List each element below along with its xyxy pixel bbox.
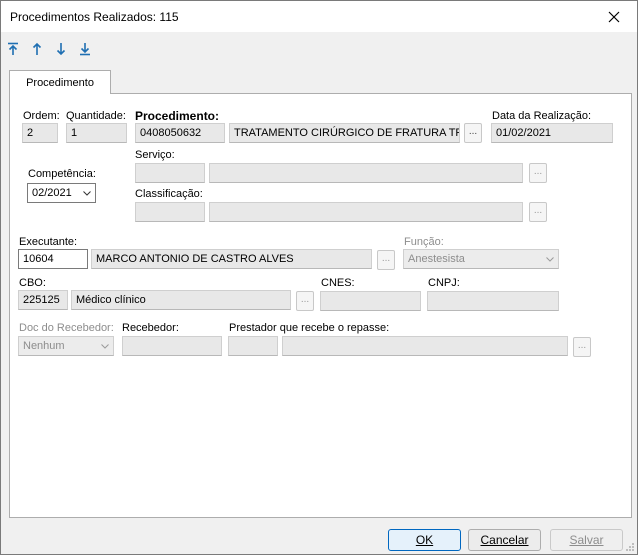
next-record-button[interactable] [52,39,70,59]
ordem-field[interactable]: 2 [22,123,58,143]
save-button-label: Salvar [569,533,604,547]
funcao-value: Anestesista [408,253,465,265]
cnpj-label: CNPJ: [428,277,460,289]
previous-record-icon [32,42,42,55]
executante-name-field[interactable]: MARCO ANTONIO DE CASTRO ALVES [91,249,372,269]
prestador-lookup-button[interactable]: ... [573,337,591,357]
classificacao-description-field[interactable] [209,202,523,222]
competencia-value: 02/2021 [32,187,72,199]
procedimento-lookup-button[interactable]: ... [464,123,482,143]
save-button[interactable]: Salvar [550,529,623,551]
funcao-label: Função: [404,236,444,248]
cnpj-field[interactable] [427,291,559,311]
last-record-button[interactable] [76,39,94,59]
window-title: Procedimentos Realizados: 115 [10,10,179,24]
classificacao-label: Classificação: [135,188,203,200]
tab-procedimento[interactable]: Procedimento [9,70,111,94]
last-record-icon [80,43,90,56]
procedimento-code-field[interactable]: 0408050632 [135,123,225,143]
close-icon [608,11,620,22]
classificacao-code-field[interactable] [135,202,205,222]
recebedor-field[interactable] [122,336,222,356]
cbo-lookup-button[interactable]: ... [296,291,314,311]
next-record-icon [56,43,66,56]
cbo-label: CBO: [19,277,46,289]
executante-code-field[interactable]: 10604 [18,249,88,269]
quantidade-field[interactable]: 1 [66,123,127,143]
servico-lookup-button[interactable]: ... [529,163,547,183]
procedimento-label: Procedimento: [135,109,220,123]
cancel-button[interactable]: Cancelar [468,529,541,551]
doc-recebedor-select[interactable]: Nenhum [18,336,114,356]
previous-record-button[interactable] [28,39,46,59]
title-bar: Procedimentos Realizados: 115 [1,1,637,32]
cnes-label: CNES: [321,277,355,289]
doc-recebedor-value: Nenhum [23,340,65,352]
chevron-down-icon [546,257,554,262]
data-realizacao-field[interactable]: 01/02/2021 [491,123,613,143]
chevron-down-icon [83,191,91,196]
recebedor-label: Recebedor: [122,322,179,334]
servico-description-field[interactable] [209,163,523,183]
ordem-label: Ordem: [23,110,60,122]
competencia-label: Competência: [28,168,96,180]
resize-grip-icon[interactable] [625,542,635,552]
cancel-button-label: Cancelar [480,533,529,547]
funcao-select[interactable]: Anestesista [403,249,559,269]
chevron-down-icon [101,344,109,349]
servico-code-field[interactable] [135,163,205,183]
cbo-code-field[interactable]: 225125 [18,290,68,310]
servico-label: Serviço: [135,149,175,161]
doc-recebedor-label: Doc do Recebedor: [19,322,114,334]
competencia-select[interactable]: 02/2021 [27,183,96,203]
executante-lookup-button[interactable]: ... [377,250,395,270]
classificacao-lookup-button[interactable]: ... [529,202,547,222]
cbo-description-field[interactable]: Médico clínico [71,290,291,310]
cnes-field[interactable] [320,291,421,311]
first-record-button[interactable] [4,39,22,59]
quantidade-label: Quantidade: [66,110,126,122]
data-realizacao-label: Data da Realização: [492,110,592,122]
tab-label: Procedimento [26,76,94,89]
dialog-window: Procedimentos Realizados: 115 Procedimen… [0,0,638,555]
prestador-code-field[interactable] [228,336,278,356]
ok-button[interactable]: OK [388,529,461,551]
prestador-label: Prestador que recebe o repasse: [229,322,390,334]
prestador-name-field[interactable] [282,336,568,356]
procedimento-description-field[interactable]: TRATAMENTO CIRÚRGICO DE FRATURA TF [229,123,460,143]
close-button[interactable] [591,1,637,32]
first-record-icon [8,42,18,55]
ok-button-label: OK [415,533,434,547]
executante-label: Executante: [19,236,78,248]
